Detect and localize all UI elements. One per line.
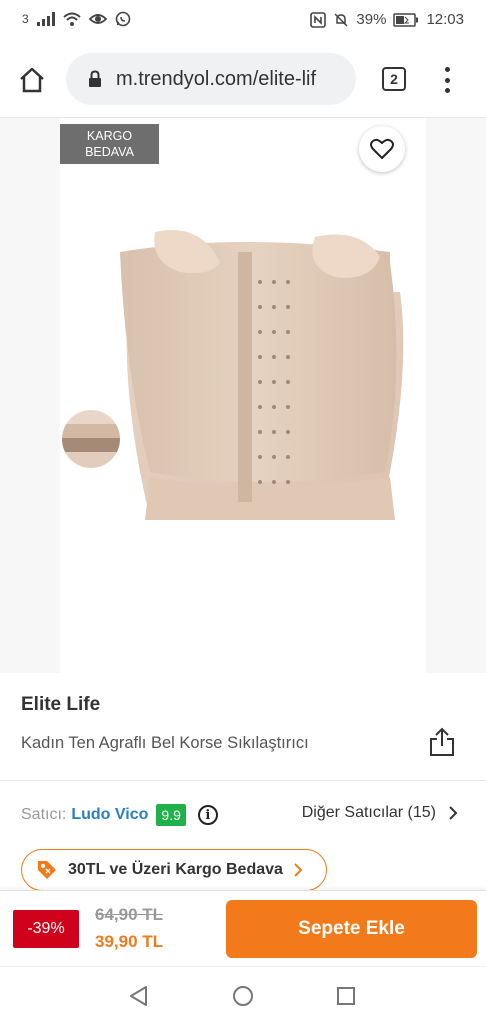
- url-text: m.trendyol.com/elite-lif: [116, 67, 317, 90]
- color-swatch[interactable]: [62, 410, 120, 468]
- battery-icon: [393, 12, 419, 27]
- divider: [0, 780, 486, 781]
- other-sellers-label: Diğer Satıcılar (15): [301, 804, 436, 821]
- info-icon[interactable]: i: [197, 805, 218, 825]
- nfc-icon: [310, 11, 327, 28]
- product-gallery[interactable]: KARGO BEDAVA: [0, 118, 486, 673]
- address-bar[interactable]: m.trendyol.com/elite-lif: [66, 53, 356, 105]
- product-name: Kadın Ten Agraflı Bel Korse Sıkılaştırıc…: [21, 734, 309, 752]
- product-brand[interactable]: Elite Life: [21, 694, 100, 716]
- sim-slot: 3: [22, 12, 29, 26]
- heart-icon: [370, 138, 394, 159]
- home-icon: [20, 67, 44, 93]
- browser-toolbar: m.trendyol.com/elite-lif 2: [0, 40, 486, 118]
- tab-count: 2: [390, 71, 398, 87]
- eye-icon: [88, 12, 107, 26]
- new-price: 39,90 TL: [95, 932, 164, 951]
- tabs-button[interactable]: 2: [382, 67, 406, 91]
- nav-home-icon[interactable]: [232, 985, 254, 1007]
- wifi-icon: [63, 12, 81, 26]
- nav-recent-icon[interactable]: [336, 986, 356, 1006]
- menu-icon[interactable]: [438, 64, 456, 96]
- seller-label: Satıcı:: [21, 806, 67, 823]
- lock-icon: [88, 70, 102, 88]
- tag-icon: [38, 861, 56, 879]
- share-button[interactable]: [428, 727, 456, 757]
- badge-line1: KARGO: [86, 129, 133, 143]
- chevron-right-icon: [449, 806, 458, 820]
- cargo-promo-chip[interactable]: 30TL ve Üzeri Kargo Bedava: [21, 849, 327, 891]
- product-photo: [60, 222, 426, 520]
- cargo-promo-text: 30TL ve Üzeri Kargo Bedava: [68, 861, 283, 878]
- other-sellers-link[interactable]: Diğer Satıcılar (15): [302, 804, 458, 822]
- free-cargo-badge: KARGO BEDAVA: [60, 124, 159, 164]
- seller-row: Satıcı: Ludo Vico 9.9 i: [21, 804, 218, 826]
- status-right: 39% 12:03: [310, 11, 464, 28]
- status-bar: 3 39% 12:03: [0, 0, 486, 40]
- badge-line2: BEDAVA: [85, 145, 134, 159]
- discount-badge: -39%: [13, 910, 79, 948]
- favorite-button[interactable]: [359, 126, 405, 172]
- clock: 12:03: [426, 11, 464, 28]
- seller-score-badge: 9.9: [156, 804, 186, 826]
- seller-name-link[interactable]: Ludo Vico: [71, 806, 148, 824]
- signal-icon: [36, 12, 55, 26]
- old-price: 64,90 TL: [95, 905, 164, 924]
- add-to-cart-button[interactable]: Sepete Ekle: [226, 900, 477, 958]
- whatsapp-icon: [115, 11, 131, 27]
- battery-percent: 39%: [356, 11, 387, 28]
- share-icon: [430, 727, 454, 756]
- mute-icon: [333, 12, 349, 28]
- status-left: 3: [22, 11, 131, 27]
- chevron-right-icon: [294, 863, 303, 877]
- nav-back-icon[interactable]: [128, 985, 150, 1007]
- home-button[interactable]: [16, 64, 48, 96]
- purchase-bar: -39% 64,90 TL 39,90 TL Sepete Ekle: [0, 890, 486, 966]
- system-nav-bar: [0, 966, 486, 1024]
